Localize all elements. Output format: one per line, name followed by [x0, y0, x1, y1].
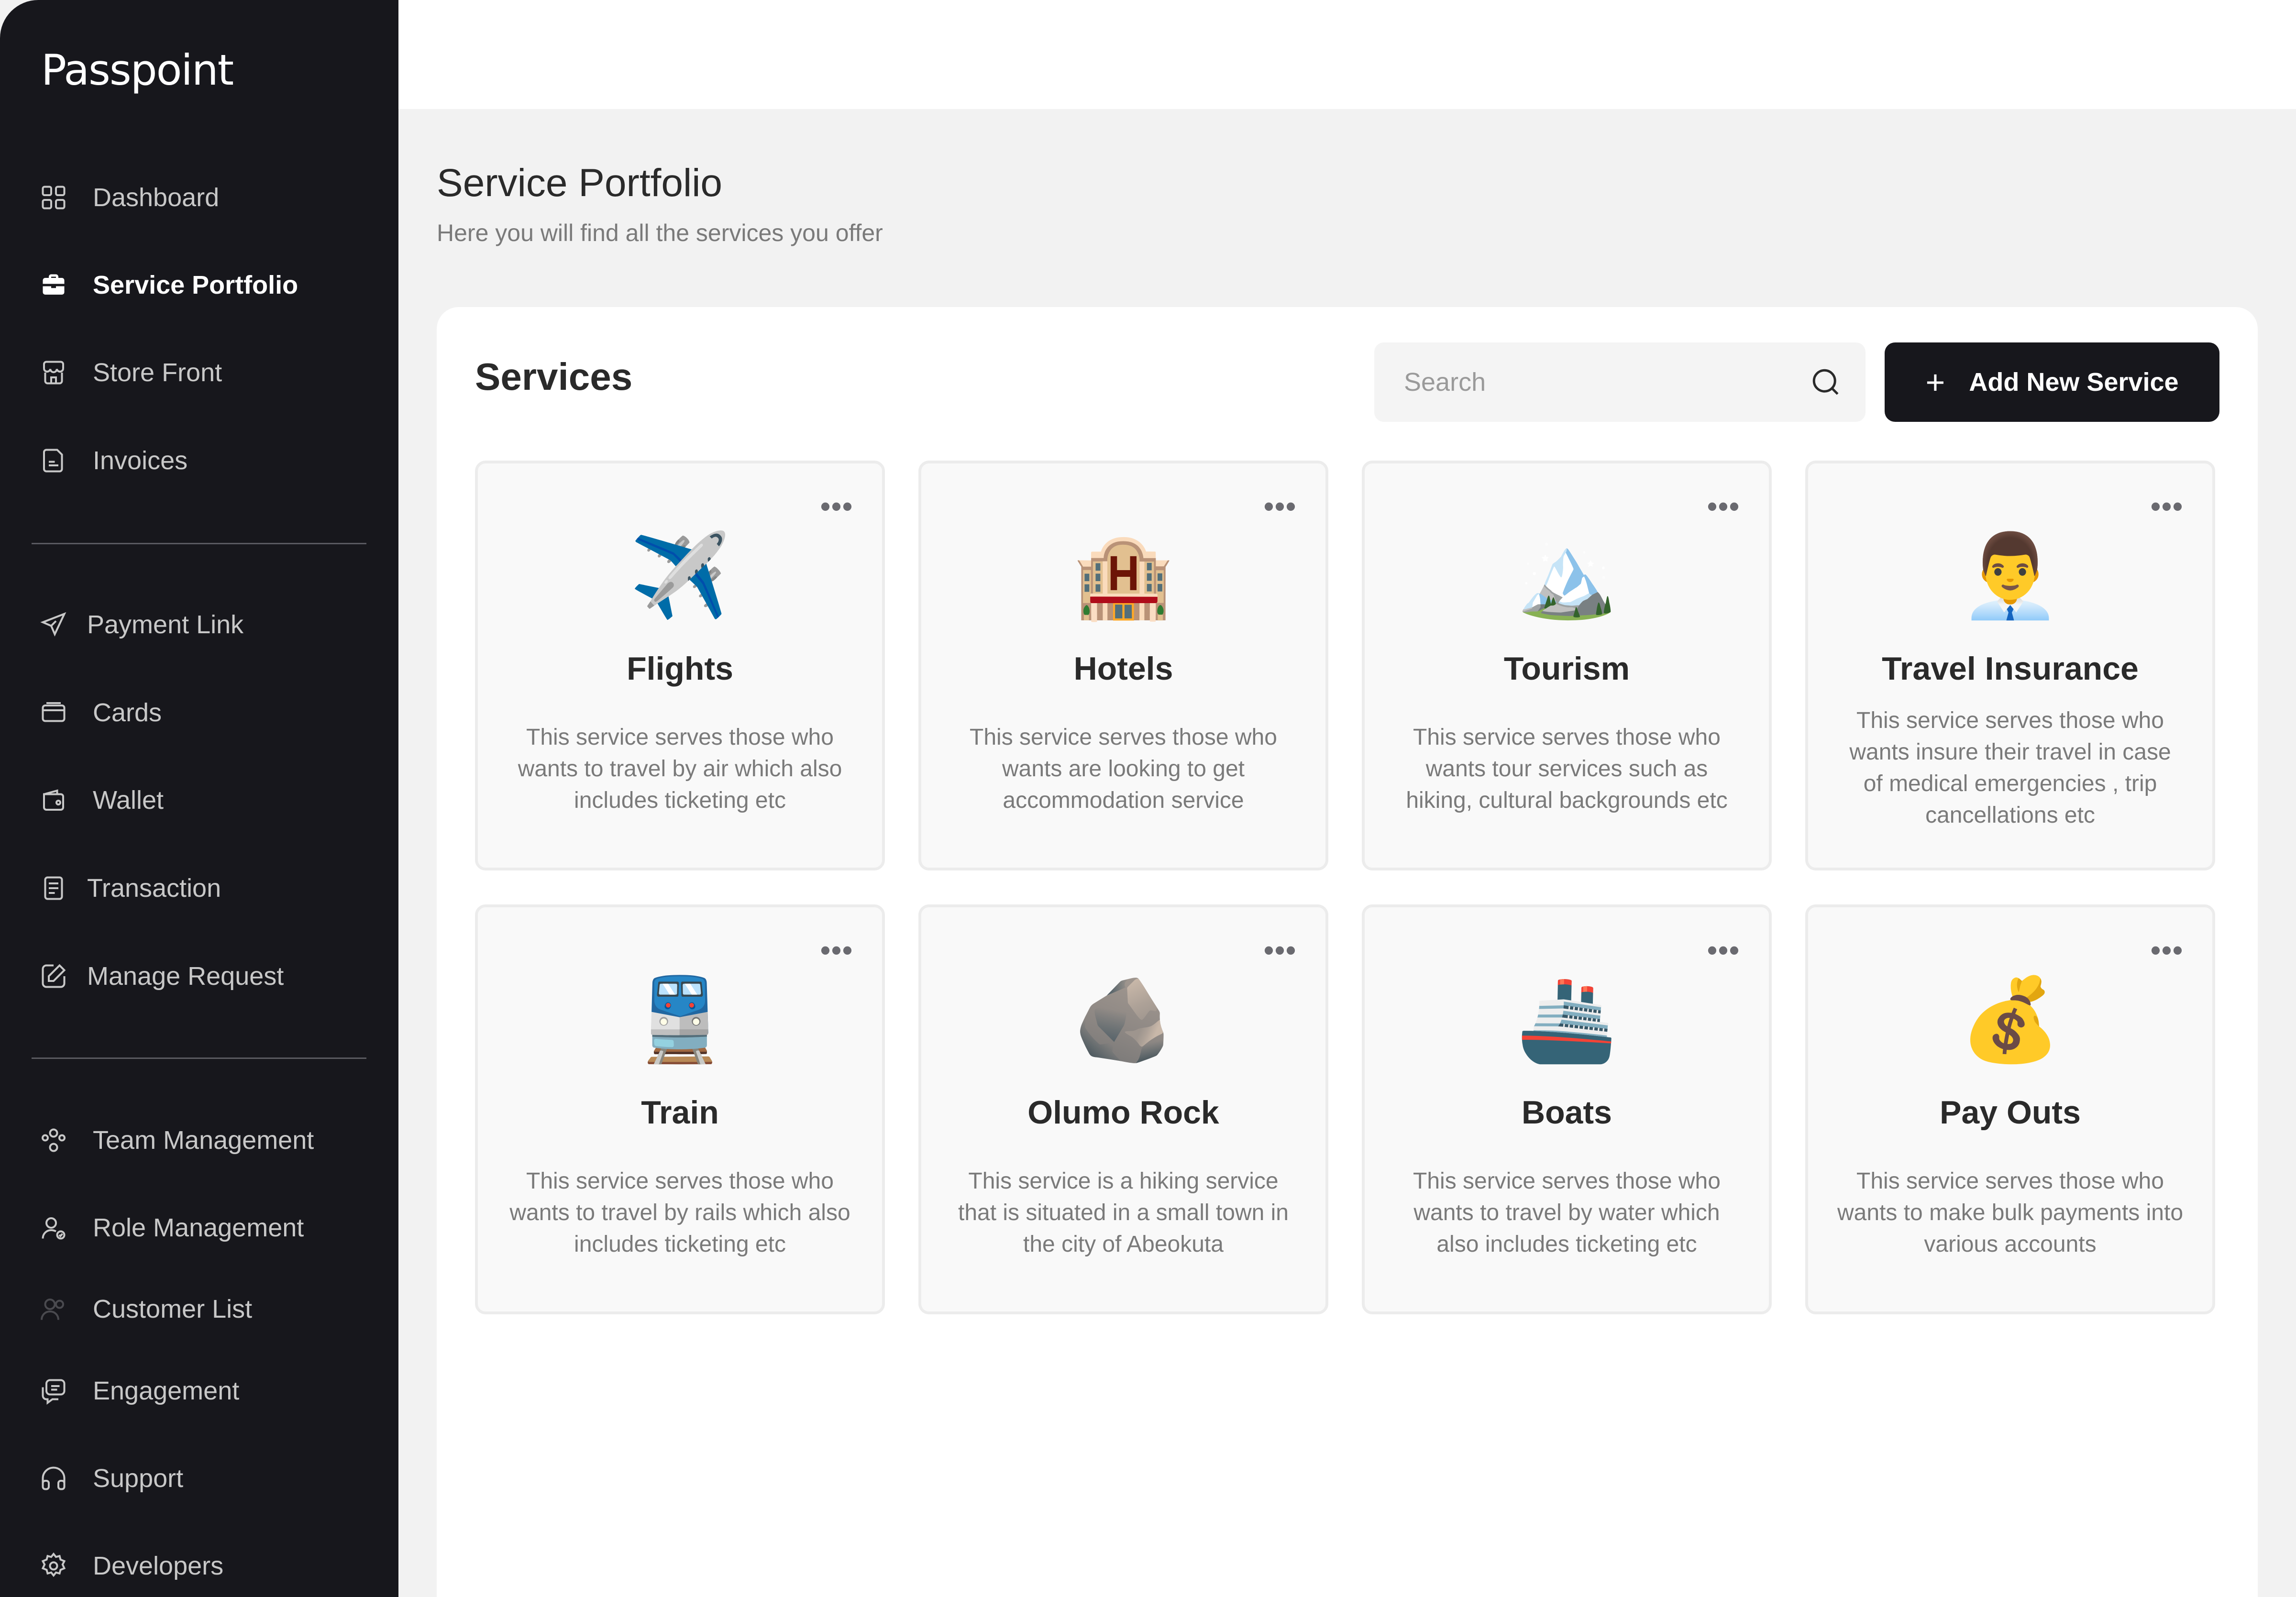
service-card-travel-insurance[interactable]: ••• 👨‍💼 Travel Insurance This service se…: [1805, 461, 2215, 870]
service-card-title: Tourism: [1503, 650, 1630, 687]
headphones-icon: [38, 1463, 69, 1494]
sidebar-item-label: Service Portfolio: [93, 271, 298, 299]
sidebar-item-service-portfolio[interactable]: Service Portfolio: [38, 264, 298, 307]
service-card-hotels[interactable]: ••• 🏨 Hotels This service serves those w…: [918, 461, 1328, 870]
rock-icon: 🪨: [1072, 974, 1174, 1065]
search-input[interactable]: Search: [1374, 342, 1866, 422]
sidebar-item-payment-link[interactable]: Payment Link: [38, 603, 243, 646]
sidebar-item-label: Invoices: [93, 446, 188, 475]
sidebar-item-label: Developers: [93, 1552, 224, 1580]
section-title: Services: [475, 355, 633, 398]
mountain-icon: 🏔️: [1516, 530, 1618, 621]
team-icon: [38, 1125, 69, 1156]
page-subtitle: Here you will find all the services you …: [437, 220, 883, 246]
invoice-icon: [38, 445, 69, 476]
sidebar-item-team-management[interactable]: Team Management: [38, 1119, 314, 1162]
more-options-icon[interactable]: •••: [820, 936, 853, 965]
sidebar-divider: [32, 1057, 366, 1059]
service-card-pay-outs[interactable]: ••• 💰 Pay Outs This service serves those…: [1805, 904, 2215, 1314]
sidebar-item-role-management[interactable]: Role Management: [38, 1206, 304, 1249]
search-icon[interactable]: [1810, 366, 1842, 398]
storefront-icon: [38, 357, 69, 388]
service-card-description: This service is a hiking service that is…: [958, 1168, 1289, 1257]
sidebar-item-transaction[interactable]: Transaction: [38, 867, 221, 910]
sidebar-item-customer-list[interactable]: Customer List: [38, 1288, 252, 1331]
sidebar-item-label: Payment Link: [87, 610, 244, 639]
add-new-service-button[interactable]: + Add New Service: [1885, 342, 2219, 422]
sidebar-divider: [32, 543, 366, 544]
sidebar-item-dashboard[interactable]: Dashboard: [38, 176, 219, 219]
more-options-icon[interactable]: •••: [1707, 936, 1740, 965]
service-card-description: This service serves those who wants are …: [970, 725, 1277, 813]
grid-icon: [38, 182, 69, 213]
service-card-description: This service serves those who wants insu…: [1849, 708, 2171, 828]
service-card-title: Olumo Rock: [1027, 1094, 1219, 1131]
sidebar-item-developers[interactable]: Developers: [38, 1544, 223, 1587]
briefcase-icon: [38, 270, 69, 300]
more-options-icon[interactable]: •••: [1264, 936, 1297, 965]
sidebar-item-label: Manage Request: [87, 962, 284, 991]
sidebar-item-label: Support: [93, 1464, 184, 1493]
sidebar-item-label: Role Management: [93, 1213, 304, 1242]
card-icon: [38, 697, 69, 728]
service-card-description: This service serves those who wants to t…: [1413, 1168, 1721, 1257]
sidebar-item-label: Engagement: [93, 1377, 240, 1405]
service-card-title: Boats: [1522, 1094, 1612, 1131]
plus-icon: +: [1925, 363, 1945, 401]
sidebar-item-label: Customer List: [93, 1295, 253, 1323]
service-card-title: Flights: [627, 650, 733, 687]
sidebar-item-wallet[interactable]: Wallet: [38, 779, 164, 822]
more-options-icon[interactable]: •••: [1264, 492, 1297, 521]
service-card-boats[interactable]: ••• 🚢 Boats This service serves those wh…: [1362, 904, 1772, 1314]
more-options-icon[interactable]: •••: [2151, 936, 2184, 965]
service-card-title: Travel Insurance: [1882, 650, 2139, 687]
money-bag-icon: 💰: [1959, 974, 2061, 1065]
search-placeholder: Search: [1404, 368, 1486, 396]
service-card-title: Hotels: [1073, 650, 1173, 687]
sidebar-item-invoices[interactable]: Invoices: [38, 439, 188, 482]
page-title: Service Portfolio: [437, 161, 723, 205]
sidebar-item-label: Team Management: [93, 1126, 314, 1155]
send-icon: [38, 609, 69, 640]
sidebar-item-engagement[interactable]: Engagement: [38, 1369, 239, 1412]
top-bar: [398, 0, 2296, 109]
hotel-icon: 🏨: [1072, 530, 1174, 621]
add-new-service-label: Add New Service: [1969, 368, 2179, 396]
service-card-description: This service serves those who wants to t…: [509, 1168, 850, 1257]
sidebar: Passpoint Dashboard Service Portfolio St…: [0, 0, 398, 1597]
sidebar-item-cards[interactable]: Cards: [38, 691, 162, 734]
service-card-description: This service serves those who wants to m…: [1837, 1168, 2184, 1257]
sidebar-item-label: Store Front: [93, 358, 222, 387]
sidebar-item-label: Cards: [93, 698, 162, 727]
office-worker-icon: 👨‍💼: [1959, 530, 2061, 621]
more-options-icon[interactable]: •••: [1707, 492, 1740, 521]
service-card-description: This service serves those who wants to t…: [518, 725, 842, 813]
user-check-icon: [38, 1212, 69, 1243]
service-card-title: Pay Outs: [1940, 1094, 2081, 1131]
train-icon: 🚆: [629, 974, 731, 1065]
sidebar-item-manage-request[interactable]: Manage Request: [38, 955, 284, 998]
users-icon: [38, 1294, 69, 1324]
sidebar-item-support[interactable]: Support: [38, 1457, 183, 1500]
edit-icon: [38, 961, 69, 991]
chat-icon: [38, 1376, 69, 1406]
service-card-train[interactable]: ••• 🚆 Train This service serves those wh…: [475, 904, 885, 1314]
wallet-icon: [38, 785, 69, 815]
service-card-olumo-rock[interactable]: ••• 🪨 Olumo Rock This service is a hikin…: [918, 904, 1328, 1314]
sidebar-item-label: Transaction: [87, 874, 221, 903]
receipt-icon: [38, 873, 69, 903]
sidebar-item-label: Dashboard: [93, 183, 220, 212]
service-card-tourism[interactable]: ••• 🏔️ Tourism This service serves those…: [1362, 461, 1772, 870]
brand-logo[interactable]: Passpoint: [41, 45, 234, 95]
ship-icon: 🚢: [1516, 974, 1618, 1065]
more-options-icon[interactable]: •••: [820, 492, 853, 521]
service-card-description: This service serves those who wants tour…: [1406, 725, 1728, 813]
sidebar-item-label: Wallet: [93, 786, 164, 815]
sidebar-item-store-front[interactable]: Store Front: [38, 351, 222, 394]
service-card-title: Train: [641, 1094, 719, 1131]
service-card-flights[interactable]: ••• ✈️ Flights This service serves those…: [475, 461, 885, 870]
more-options-icon[interactable]: •••: [2151, 492, 2184, 521]
gear-icon: [38, 1551, 69, 1581]
airplane-icon: ✈️: [629, 530, 731, 621]
